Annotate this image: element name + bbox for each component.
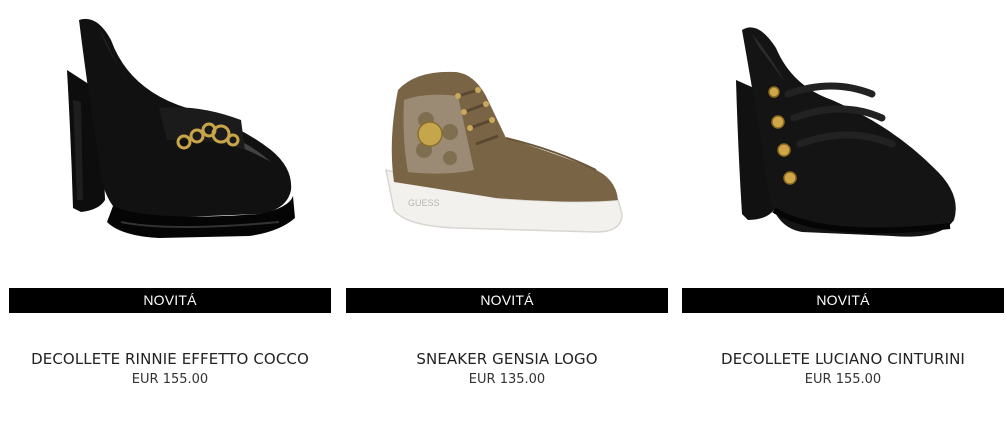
new-badge: NOVITÁ xyxy=(346,288,668,313)
new-badge: NOVITÁ xyxy=(682,288,1004,313)
product-price: EUR 155.00 xyxy=(131,372,209,387)
product-image-logo-sneaker[interactable]: GUESS xyxy=(346,0,668,286)
product-image-black-loafer-pump[interactable] xyxy=(9,0,331,286)
product-price: EUR 155.00 xyxy=(804,372,882,387)
sole-logo-text: GUESS xyxy=(408,198,440,208)
product-card[interactable]: NOVITÁ DECOLLETE RINNIE EFFETTO COCCO EU… xyxy=(9,0,331,424)
product-name[interactable]: DECOLLETE RINNIE EFFETTO COCCO xyxy=(9,350,331,368)
product-name[interactable]: DECOLLETE LUCIANO CINTURINI xyxy=(682,350,1004,368)
product-price: EUR 135.00 xyxy=(468,372,546,387)
product-card[interactable]: GUESS NOVITÁ SNEAKER GENSIA LOGO EUR 135… xyxy=(346,0,668,424)
product-card[interactable]: NOVITÁ DECOLLETE LUCIANO CINTURINI EUR 1… xyxy=(682,0,1004,424)
new-badge: NOVITÁ xyxy=(9,288,331,313)
product-image-strap-pump[interactable] xyxy=(682,0,1004,286)
product-name[interactable]: SNEAKER GENSIA LOGO xyxy=(346,350,668,368)
product-grid: NOVITÁ DECOLLETE RINNIE EFFETTO COCCO EU… xyxy=(0,0,1007,424)
